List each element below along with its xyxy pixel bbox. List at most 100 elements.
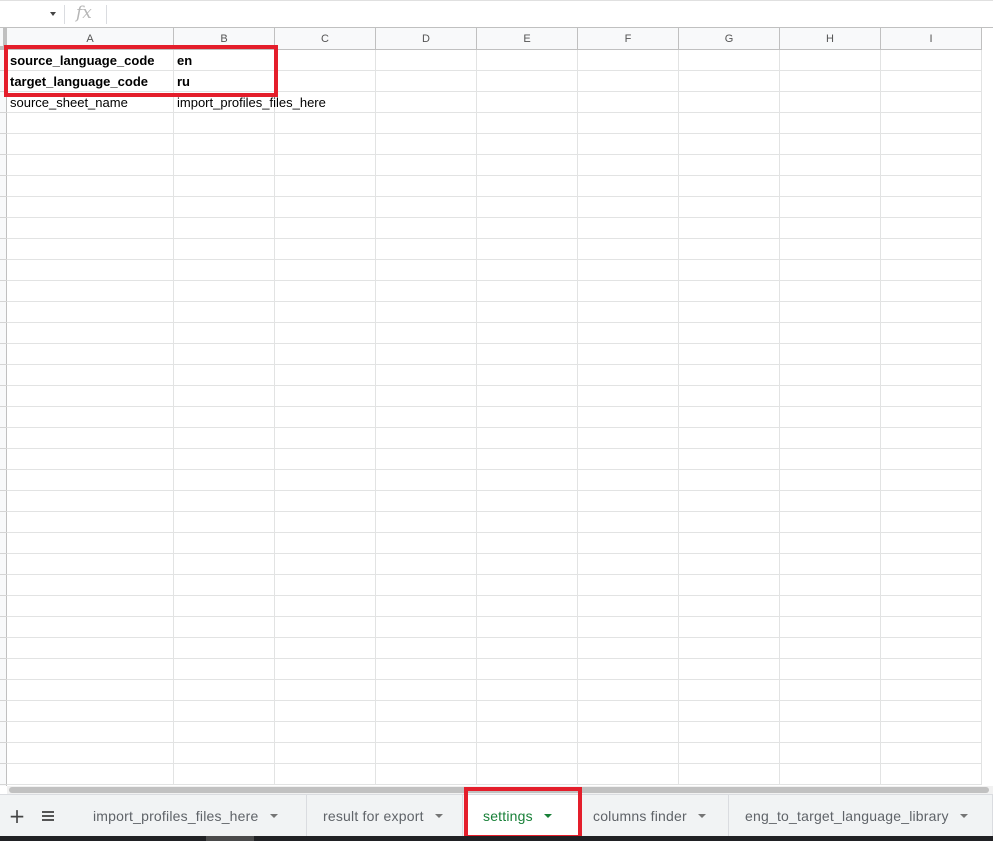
cell-a28[interactable] [7, 617, 174, 638]
column-header-d[interactable]: D [376, 28, 477, 50]
column-header-g[interactable]: G [679, 28, 780, 50]
cell-f9[interactable] [578, 218, 679, 239]
cell-e8[interactable] [477, 197, 578, 218]
cell-c16[interactable] [275, 365, 376, 386]
sheet-tab[interactable]: eng_to_target_language_library [729, 795, 993, 837]
cell-e18[interactable] [477, 407, 578, 428]
cell-c3[interactable] [275, 92, 376, 113]
cell-f8[interactable] [578, 197, 679, 218]
cell-b6[interactable] [174, 155, 275, 176]
cell-d31[interactable] [376, 680, 477, 701]
cell-g11[interactable] [679, 260, 780, 281]
cell-f5[interactable] [578, 134, 679, 155]
cell-e2[interactable] [477, 71, 578, 92]
cell-e28[interactable] [477, 617, 578, 638]
cell-h23[interactable] [780, 512, 881, 533]
cell-i8[interactable] [881, 197, 982, 218]
cell-g26[interactable] [679, 575, 780, 596]
cell-b22[interactable] [174, 491, 275, 512]
cell-b16[interactable] [174, 365, 275, 386]
row-header-6[interactable] [0, 175, 7, 176]
cell-d32[interactable] [376, 701, 477, 722]
cell-i31[interactable] [881, 680, 982, 701]
cell-a14[interactable] [7, 323, 174, 344]
cell-i19[interactable] [881, 428, 982, 449]
row-header-22[interactable] [0, 511, 7, 512]
cell-a7[interactable] [7, 176, 174, 197]
cell-f26[interactable] [578, 575, 679, 596]
row-headers[interactable] [0, 50, 7, 786]
formula-input[interactable] [112, 5, 982, 24]
cell-i35[interactable] [881, 764, 982, 785]
cell-g2[interactable] [679, 71, 780, 92]
cell-e15[interactable] [477, 344, 578, 365]
row-header-23[interactable] [0, 532, 7, 533]
cell-g29[interactable] [679, 638, 780, 659]
cell-g32[interactable] [679, 701, 780, 722]
cell-e30[interactable] [477, 659, 578, 680]
cell-b35[interactable] [174, 764, 275, 785]
row-header-28[interactable] [0, 637, 7, 638]
row-header-25[interactable] [0, 574, 7, 575]
cell-i15[interactable] [881, 344, 982, 365]
row-header-11[interactable] [0, 280, 7, 281]
cell-h20[interactable] [780, 449, 881, 470]
cell-area[interactable]: source_language_code en target_language_co… [7, 50, 982, 785]
cell-a35[interactable] [7, 764, 174, 785]
cell-d21[interactable] [376, 470, 477, 491]
cell-c35[interactable] [275, 764, 376, 785]
cell-b31[interactable] [174, 680, 275, 701]
cell-f19[interactable] [578, 428, 679, 449]
cell-b11[interactable] [174, 260, 275, 281]
cell-d12[interactable] [376, 281, 477, 302]
cell-a26[interactable] [7, 575, 174, 596]
cell-i4[interactable] [881, 113, 982, 134]
cell-g7[interactable] [679, 176, 780, 197]
cell-c17[interactable] [275, 386, 376, 407]
cell-e21[interactable] [477, 470, 578, 491]
cell-d16[interactable] [376, 365, 477, 386]
cell-h16[interactable] [780, 365, 881, 386]
cell-a8[interactable] [7, 197, 174, 218]
cell-i1[interactable] [881, 50, 982, 71]
cell-h22[interactable] [780, 491, 881, 512]
cell-c14[interactable] [275, 323, 376, 344]
cell-e27[interactable] [477, 596, 578, 617]
select-all-corner[interactable] [0, 28, 7, 50]
cell-f23[interactable] [578, 512, 679, 533]
cell-d4[interactable] [376, 113, 477, 134]
cell-d6[interactable] [376, 155, 477, 176]
cell-a18[interactable] [7, 407, 174, 428]
cell-d2[interactable] [376, 71, 477, 92]
cell-e17[interactable] [477, 386, 578, 407]
cell-d3[interactable] [376, 92, 477, 113]
cell-a24[interactable] [7, 533, 174, 554]
cell-a15[interactable] [7, 344, 174, 365]
cell-f22[interactable] [578, 491, 679, 512]
cell-d33[interactable] [376, 722, 477, 743]
cell-b27[interactable] [174, 596, 275, 617]
cell-h28[interactable] [780, 617, 881, 638]
cell-f31[interactable] [578, 680, 679, 701]
cell-b32[interactable] [174, 701, 275, 722]
cell-h26[interactable] [780, 575, 881, 596]
cell-c31[interactable] [275, 680, 376, 701]
cell-c12[interactable] [275, 281, 376, 302]
cell-b8[interactable] [174, 197, 275, 218]
cell-c10[interactable] [275, 239, 376, 260]
cell-h12[interactable] [780, 281, 881, 302]
row-header-1[interactable] [0, 70, 7, 71]
sheet-tab[interactable]: result for export [307, 795, 463, 837]
cell-e29[interactable] [477, 638, 578, 659]
cell-i11[interactable] [881, 260, 982, 281]
cell-i20[interactable] [881, 449, 982, 470]
cell-c23[interactable] [275, 512, 376, 533]
row-header-15[interactable] [0, 364, 7, 365]
cell-g25[interactable] [679, 554, 780, 575]
cell-f14[interactable] [578, 323, 679, 344]
row-header-33[interactable] [0, 742, 7, 743]
cell-a23[interactable] [7, 512, 174, 533]
cell-b30[interactable] [174, 659, 275, 680]
cell-i25[interactable] [881, 554, 982, 575]
cell-d29[interactable] [376, 638, 477, 659]
